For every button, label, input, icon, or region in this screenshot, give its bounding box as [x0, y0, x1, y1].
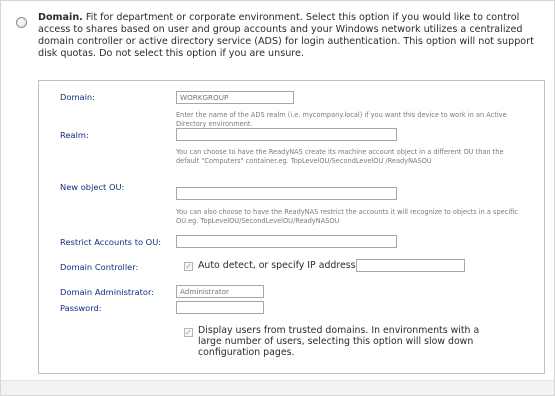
domain-label: Domain:	[60, 92, 95, 102]
domain-option-title: Domain.	[38, 12, 83, 23]
password-input[interactable]	[176, 301, 264, 314]
auto-detect-label: Auto detect, or specify IP address:	[198, 260, 359, 271]
domain-option-section: Domain. Fit for department or corporate …	[0, 0, 555, 396]
restrict-label: Restrict Accounts to OU:	[60, 237, 162, 247]
new-ou-label: New object OU:	[60, 182, 125, 192]
realm-input[interactable]	[176, 128, 397, 141]
domain-option-description: Domain. Fit for department or corporate …	[38, 12, 543, 60]
domain-controller-ip-input[interactable]	[356, 259, 465, 272]
password-label: Password:	[60, 303, 102, 313]
domain-admin-input[interactable]	[176, 285, 264, 298]
auto-detect-checkbox[interactable]: ✓	[184, 262, 193, 271]
restrict-help-text: You can also choose to have the ReadyNAS…	[176, 208, 518, 226]
footer-band	[1, 380, 554, 395]
domain-option-text: Fit for department or corporate environm…	[38, 12, 534, 59]
trusted-domains-label: Display users from trusted domains. In e…	[198, 325, 480, 358]
realm-label: Realm:	[60, 130, 89, 140]
domain-admin-label: Domain Administrator:	[60, 287, 155, 297]
restrict-input[interactable]	[176, 235, 397, 248]
domain-input[interactable]	[176, 91, 294, 104]
domain-controller-label: Domain Controller:	[60, 262, 139, 272]
domain-radio-button[interactable]	[16, 17, 27, 28]
realm-help-text: Enter the name of the ADS realm (i.e. my…	[176, 111, 507, 129]
domain-settings-panel: Domain: Enter the name of the ADS realm …	[38, 80, 545, 374]
new-ou-input[interactable]	[176, 187, 397, 200]
new-ou-help-text: You can choose to have the ReadyNAS crea…	[176, 148, 504, 166]
trusted-domains-checkbox[interactable]: ✓	[184, 328, 193, 337]
